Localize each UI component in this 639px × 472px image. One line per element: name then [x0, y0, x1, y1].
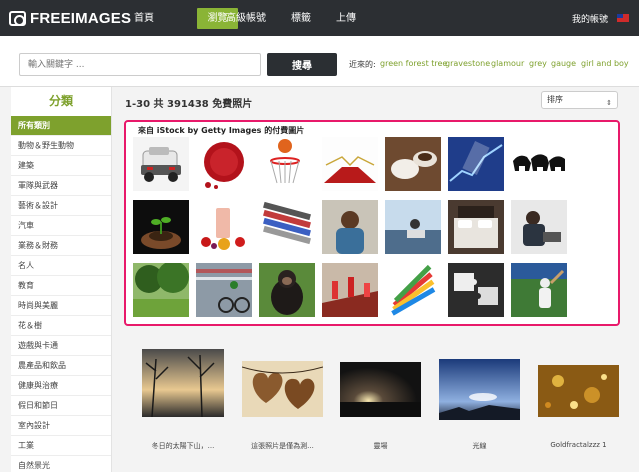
- sidebar-item-nature[interactable]: 自然景光: [11, 456, 111, 472]
- smoothie-fruit-image[interactable]: [196, 200, 252, 254]
- chess-pieces-image[interactable]: [322, 263, 378, 317]
- photo-caption[interactable]: 冬日的太陽下山，...: [142, 441, 224, 451]
- recent-tag-grey[interactable]: grey: [529, 59, 547, 68]
- baseball-batter-image[interactable]: [511, 263, 567, 317]
- dark-sunset-field-image[interactable]: [340, 362, 421, 417]
- sidebar-item-education[interactable]: 教育: [11, 276, 111, 296]
- laptop-beach-image[interactable]: [385, 200, 441, 254]
- photo-caption[interactable]: 靈場: [340, 441, 421, 451]
- sidebar-item-flowers[interactable]: 花＆樹: [11, 316, 111, 336]
- sidebar-item-business[interactable]: 業務＆財務: [11, 236, 111, 256]
- stock-chart-image[interactable]: [448, 137, 504, 191]
- sidebar-item-food-drink[interactable]: 農產品和飲品: [11, 356, 111, 376]
- recent-tag-girl-and-boy[interactable]: girl and boy: [581, 59, 629, 68]
- recent-searches-label: 近來的:: [349, 60, 376, 69]
- sidebar-item-cars[interactable]: 汽車: [11, 216, 111, 236]
- sidebar-item-fashion[interactable]: 時尚與美麗: [11, 296, 111, 316]
- recent-tag-glamour[interactable]: glamour: [491, 59, 524, 68]
- category-sidebar: 分類 所有類別 動物＆野生動物 建築 軍隊與武器 藝術＆設計 汽車 業務＆財務 …: [11, 87, 112, 472]
- sidebar-item-health[interactable]: 健康與治療: [11, 376, 111, 396]
- search-bar: 搜尋 近來的: green forest tree gravestone gla…: [0, 36, 639, 87]
- search-button[interactable]: 搜尋: [267, 53, 337, 76]
- nav-tags[interactable]: 標籤: [283, 8, 319, 29]
- sidebar-item-architecture[interactable]: 建築: [11, 156, 111, 176]
- recent-tag-green-forest-tree[interactable]: green forest tree: [380, 59, 447, 68]
- brand-logo[interactable]: FREEIMAGES: [9, 8, 131, 28]
- camera-logo-icon: [9, 10, 26, 26]
- sort-select-value: 排序: [547, 95, 563, 104]
- sidebar-item-interior[interactable]: 室內設計: [11, 416, 111, 436]
- park-trees-image[interactable]: [133, 263, 189, 317]
- coffee-cups-image[interactable]: [385, 137, 441, 191]
- colored-pencils-image[interactable]: [385, 263, 441, 317]
- result-count: 1-30 共 391438 免費照片: [125, 99, 253, 110]
- brand-name: FREEIMAGES: [30, 9, 132, 27]
- wax-seal-image[interactable]: [196, 137, 252, 191]
- photo-caption[interactable]: 光線: [439, 441, 520, 451]
- hotel-bed-image[interactable]: [448, 200, 504, 254]
- sidebar-title: 分類: [48, 94, 73, 108]
- istock-panel-label: 來自 iStock by Getty Images 的付費圖片: [138, 126, 305, 135]
- cyclist-motion-image[interactable]: [196, 263, 252, 317]
- sidebar-item-games[interactable]: 遊戲與卡通: [11, 336, 111, 356]
- man-on-laptop-image[interactable]: [511, 200, 567, 254]
- sidebar-item-art-design[interactable]: 藝術＆設計: [11, 196, 111, 216]
- sidebar-item-holidays[interactable]: 假日和節日: [11, 396, 111, 416]
- recent-tag-gauge[interactable]: gauge: [551, 59, 576, 68]
- nav-upload[interactable]: 上傳: [329, 8, 363, 29]
- sidebar-item-animals[interactable]: 動物＆野生動物: [11, 136, 111, 156]
- basketball-hoop-image[interactable]: [259, 137, 315, 191]
- sidebar-item-industry[interactable]: 工業: [11, 436, 111, 456]
- winter-sunset-trees-image[interactable]: [142, 349, 224, 417]
- search-input[interactable]: [19, 53, 261, 76]
- sidebar-item-all-categories[interactable]: 所有類別: [11, 116, 111, 136]
- chimpanzee-image[interactable]: [259, 263, 315, 317]
- taiwan-flag-icon[interactable]: [617, 14, 629, 22]
- sky-light-rays-image[interactable]: [439, 359, 520, 420]
- sidebar-item-military[interactable]: 軍隊與武器: [11, 176, 111, 196]
- select-arrows-icon: ⇕: [606, 99, 612, 107]
- plant-in-hands-image[interactable]: [133, 200, 189, 254]
- sort-select[interactable]: 排序 ⇕: [541, 91, 618, 109]
- gold-fractal-image[interactable]: [538, 365, 619, 417]
- istock-sponsored-panel: 來自 iStock by Getty Images 的付費圖片: [124, 120, 620, 326]
- sidebar-item-celebrities[interactable]: 名人: [11, 256, 111, 276]
- bear-silhouettes-image[interactable]: [511, 137, 567, 191]
- photo-caption[interactable]: 這張照片是僅為測...: [242, 441, 323, 451]
- wooden-hearts-image[interactable]: [242, 361, 323, 417]
- top-navbar: FREEIMAGES 首頁 瀏覽 高級帳號 標籤 上傳 我的帳號: [0, 0, 639, 36]
- nav-home[interactable]: 首頁: [125, 8, 163, 29]
- recent-tag-gravestone[interactable]: gravestone: [445, 59, 490, 68]
- stressed-man-image[interactable]: [322, 200, 378, 254]
- photo-caption[interactable]: Goldfractalzzz 1: [538, 441, 619, 449]
- puzzle-hands-image[interactable]: [448, 263, 504, 317]
- red-carpet-image[interactable]: [322, 137, 378, 191]
- magazines-image[interactable]: [259, 200, 315, 254]
- my-account-link[interactable]: 我的帳號: [572, 12, 608, 25]
- toy-cars-image[interactable]: [133, 137, 189, 191]
- nav-premium[interactable]: 高級帳號: [223, 8, 269, 29]
